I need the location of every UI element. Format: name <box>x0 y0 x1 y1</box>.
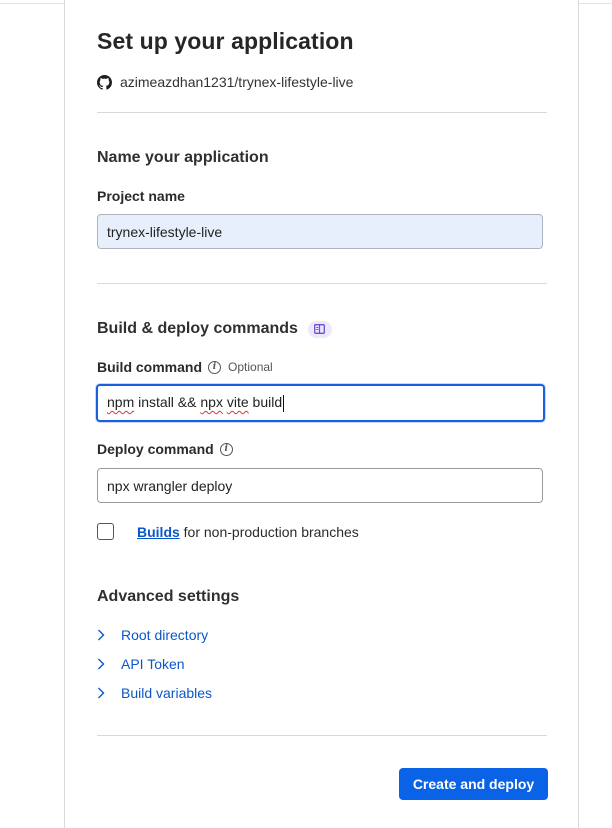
deploy-command-label: Deploy command <box>97 441 214 457</box>
chevron-right-icon <box>97 658 111 670</box>
divider <box>97 283 547 284</box>
non-production-builds-checkbox[interactable] <box>97 523 114 540</box>
deploy-command-value: npx wrangler deploy <box>107 477 233 494</box>
non-production-builds-label: Builds for non-production branches <box>137 524 359 540</box>
build-cmd-part: build <box>248 394 283 411</box>
chevron-right-icon <box>97 629 111 641</box>
text-caret <box>283 394 285 412</box>
build-cmd-part: vite <box>226 394 249 411</box>
checkbox-text: for non-production branches <box>179 524 359 540</box>
deploy-command-label-row: Deploy command i <box>97 441 233 457</box>
build-cmd-part: npx <box>200 394 223 411</box>
page-title: Set up your application <box>97 28 354 54</box>
info-icon[interactable]: i <box>219 442 233 456</box>
build-command-label-row: Build command i Optional <box>97 359 273 375</box>
create-and-deploy-button[interactable]: Create and deploy <box>399 768 548 800</box>
advanced-item-label: Root directory <box>121 627 209 643</box>
project-name-label: Project name <box>97 188 185 204</box>
deploy-command-input[interactable]: npx wrangler deploy <box>97 468 543 503</box>
build-cmd-part: npm <box>107 394 135 411</box>
project-name-value: trynex-lifestyle-live <box>107 223 223 240</box>
divider <box>97 735 547 736</box>
project-name-input[interactable]: trynex-lifestyle-live <box>97 214 543 249</box>
github-icon <box>97 74 112 90</box>
build-command-label: Build command <box>97 359 203 375</box>
docs-book-icon <box>314 324 326 334</box>
info-icon[interactable]: i <box>208 360 222 374</box>
repo-name: azimeazdhan1231/trynex-lifestyle-live <box>120 74 354 90</box>
advanced-item-label: API Token <box>121 656 185 672</box>
setup-panel: Set up your application azimeazdhan1231/… <box>64 0 579 828</box>
optional-tag: Optional <box>228 360 273 374</box>
build-section-title: Build & deploy commands <box>97 320 298 337</box>
build-command-value: npm install && npx vite build <box>107 394 285 412</box>
chevron-right-icon <box>97 687 111 699</box>
build-command-input[interactable]: npm install && npx vite build <box>96 384 545 422</box>
advanced-item-label: Build variables <box>121 685 213 701</box>
name-section-heading: Name your application <box>97 149 269 166</box>
advanced-item-api-token[interactable]: API Token <box>97 656 185 672</box>
builds-link[interactable]: Builds <box>137 524 180 540</box>
docs-badge[interactable] <box>307 320 332 338</box>
divider <box>97 112 547 113</box>
advanced-settings-heading: Advanced settings <box>97 588 240 605</box>
repo-info: azimeazdhan1231/trynex-lifestyle-live <box>97 73 353 91</box>
build-section-heading: Build & deploy commands <box>97 320 332 338</box>
build-cmd-part: install && <box>134 394 201 411</box>
advanced-item-build-variables[interactable]: Build variables <box>97 685 212 701</box>
advanced-item-root-directory[interactable]: Root directory <box>97 627 208 643</box>
